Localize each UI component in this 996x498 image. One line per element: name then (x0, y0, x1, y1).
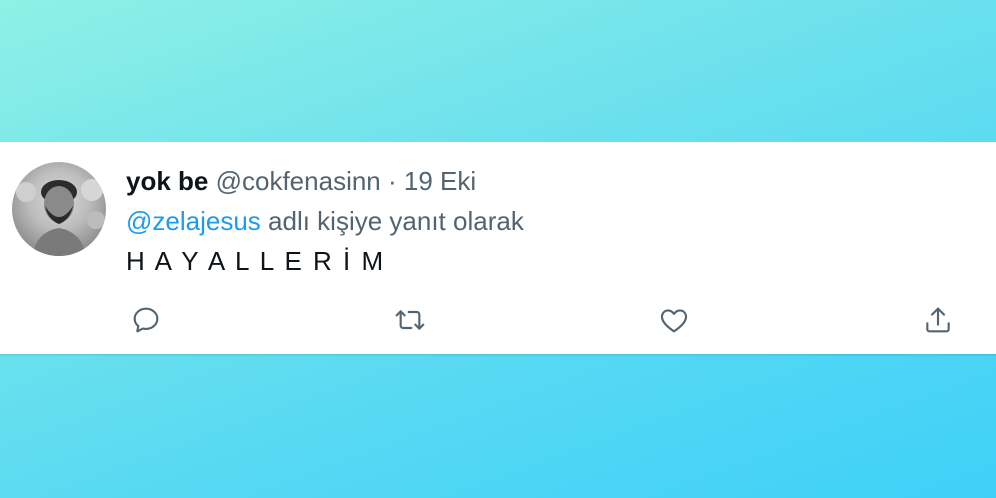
tweet-body: yok be @cokfenasinn · 19 Eki @zelajesus … (126, 164, 976, 278)
avatar[interactable] (12, 162, 106, 256)
avatar-image (16, 179, 105, 256)
tweet-date[interactable]: 19 Eki (404, 166, 476, 196)
reply-context: @zelajesus adlı kişiye yanıt olarak (126, 204, 976, 238)
tweet-text: H A Y A L L E R İ M (126, 246, 386, 276)
reply-button[interactable] (126, 300, 166, 340)
like-button[interactable] (654, 300, 694, 340)
reply-icon (133, 307, 159, 333)
heart-icon (660, 309, 688, 333)
retweet-button[interactable] (390, 300, 430, 340)
tweet-actions (126, 300, 966, 340)
retweet-icon (395, 310, 425, 330)
tweet-card[interactable]: yok be @cokfenasinn · 19 Eki @zelajesus … (0, 142, 996, 354)
dot-separator: · (388, 166, 397, 196)
tweet-header: yok be @cokfenasinn · 19 Eki (126, 164, 976, 198)
share-icon (926, 307, 950, 333)
reply-context-text: adlı kişiye yanıt olarak (268, 206, 524, 236)
display-name[interactable]: yok be (126, 166, 208, 196)
reply-mention-link[interactable]: @zelajesus (126, 206, 261, 236)
share-button[interactable] (918, 300, 958, 340)
user-handle[interactable]: @cokfenasinn (216, 166, 381, 196)
